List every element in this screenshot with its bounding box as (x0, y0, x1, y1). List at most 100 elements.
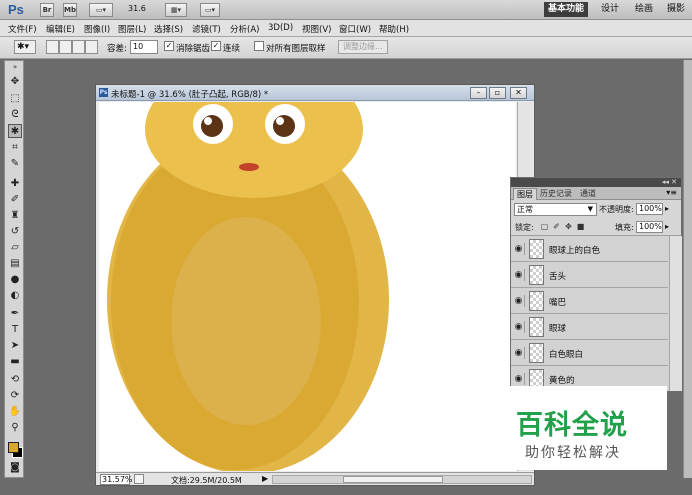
crop-tool-icon[interactable]: ⌗ (8, 141, 22, 155)
history-brush-tool-icon[interactable]: ↺ (8, 225, 22, 239)
brush-tool-icon[interactable]: ✐ (8, 193, 22, 207)
horizontal-scrollbar[interactable] (272, 475, 532, 484)
magic-wand-tool-icon[interactable]: ✱ (8, 124, 22, 138)
tab-channels[interactable]: 通道 (577, 188, 599, 200)
fill-input[interactable]: 100% (636, 221, 663, 233)
menu-file[interactable]: 文件(F) (8, 23, 37, 35)
quick-mask-icon[interactable]: ◙ (8, 461, 22, 475)
menu-layer[interactable]: 图层(L) (118, 23, 146, 35)
horizontal-scroll-thumb[interactable] (343, 476, 443, 483)
opacity-input[interactable]: 100% (636, 203, 663, 215)
subtract-from-selection-button[interactable] (72, 40, 85, 54)
bridge-button[interactable]: Br (40, 3, 54, 17)
hand-tool-icon[interactable]: ✋ (8, 405, 22, 419)
eraser-tool-icon[interactable]: ▱ (8, 241, 22, 255)
dodge-tool-icon[interactable]: ◐ (8, 289, 22, 303)
workspace-painting[interactable]: 绘画 (631, 2, 657, 17)
new-selection-button[interactable] (46, 40, 59, 54)
layer-row[interactable]: ◉ 眼球上的白色 (511, 236, 668, 262)
workspace-design[interactable]: 设计 (597, 2, 623, 17)
add-to-selection-button[interactable] (59, 40, 72, 54)
panel-tabs: 图层 历史记录 通道 ▾≡ (511, 187, 681, 200)
photoshop-document-icon: Ps (99, 88, 108, 97)
menu-view[interactable]: 视图(V) (302, 23, 331, 35)
eye-icon[interactable]: ◉ (513, 373, 525, 385)
sample-all-layers-checkbox[interactable] (254, 41, 264, 51)
maximize-button[interactable]: ▫ (489, 87, 506, 99)
3d-orbit-tool-icon[interactable]: ⟳ (8, 389, 22, 403)
shape-tool-icon[interactable]: ▬ (8, 355, 22, 369)
blend-mode-select[interactable]: 正常 ▼ (514, 203, 597, 216)
3d-rotate-tool-icon[interactable]: ⟲ (8, 373, 22, 387)
panel-menu-icon[interactable]: ▾≡ (666, 188, 677, 197)
view-extras-button[interactable]: ▭▾ (89, 3, 113, 17)
eye-icon[interactable]: ◉ (513, 269, 525, 281)
photoshop-logo: Ps (8, 2, 24, 17)
lock-transparency-icon[interactable]: ▢ (540, 222, 549, 231)
lock-pixels-icon[interactable]: ✐ (552, 222, 561, 231)
close-button[interactable]: ✕ (510, 87, 527, 99)
contiguous-checkbox[interactable]: ✓ (211, 41, 221, 51)
status-menu-arrow-icon[interactable]: ▶ (262, 474, 268, 483)
layer-row[interactable]: ◉ 白色眼白 (511, 340, 668, 366)
eyedropper-tool-icon[interactable]: ✎ (8, 157, 22, 171)
menu-window[interactable]: 窗口(W) (339, 23, 371, 35)
layer-row[interactable]: ◉ 眼球 (511, 314, 668, 340)
marquee-tool-icon[interactable]: ⬚ (8, 92, 22, 106)
menu-analysis[interactable]: 分析(A) (230, 23, 259, 35)
layer-row[interactable]: ◉ 嘴巴 (511, 288, 668, 314)
magic-wand-icon: ✱▾ (17, 42, 30, 52)
eye-icon[interactable]: ◉ (513, 321, 525, 333)
menu-image[interactable]: 图像(I) (84, 23, 110, 35)
path-selection-tool-icon[interactable]: ➤ (8, 339, 22, 353)
minimize-button[interactable]: – (470, 87, 487, 99)
menu-filter[interactable]: 滤镜(T) (192, 23, 221, 35)
menu-3d[interactable]: 3D(D) (268, 23, 293, 33)
zoom-level[interactable]: 31.6 (128, 4, 146, 13)
status-zoom-input[interactable]: 31.57% (100, 474, 133, 485)
panel-collapse-bar[interactable]: ◂◂ ✕ (511, 178, 681, 187)
intersect-selection-button[interactable] (85, 40, 98, 54)
healing-brush-tool-icon[interactable]: ✚ (8, 177, 22, 191)
document-statusbar: 31.57% 文档:29.5M/20.5M ▶ (96, 472, 534, 485)
tool-preset-picker[interactable]: ✱▾ (14, 40, 36, 54)
tab-layers[interactable]: 图层 (513, 188, 537, 200)
tolerance-input[interactable]: 10 (130, 40, 158, 54)
pen-tool-icon[interactable]: ✒ (8, 307, 22, 321)
gradient-tool-icon[interactable]: ▤ (8, 257, 22, 271)
lock-all-icon[interactable]: ■ (576, 222, 585, 231)
document-titlebar[interactable]: Ps 未标题-1 @ 31.6% (肚子凸起, RGB/8) * – ▫ ✕ (96, 85, 534, 101)
workspace-essentials[interactable]: 基本功能 (544, 2, 589, 17)
menu-help[interactable]: 帮助(H) (379, 23, 409, 35)
canvas[interactable] (99, 102, 516, 471)
eye-icon[interactable]: ◉ (513, 347, 525, 359)
screen-mode-button[interactable]: ▭▾ (200, 3, 220, 17)
collapsed-panel-strip[interactable] (683, 60, 692, 478)
arrange-documents-button[interactable]: ▦▾ (165, 3, 187, 17)
tab-history[interactable]: 历史记录 (537, 188, 575, 200)
antialias-checkbox[interactable]: ✓ (164, 41, 174, 51)
workspace-photography[interactable]: 摄影 (663, 2, 689, 17)
toolbox-collapse-icon[interactable]: » (8, 63, 22, 71)
move-tool-icon[interactable]: ✥ (8, 75, 22, 89)
menu-bar: 文件(F) 编辑(E) 图像(I) 图层(L) 选择(S) 滤镜(T) 分析(A… (0, 20, 692, 37)
menu-edit[interactable]: 编辑(E) (46, 23, 75, 35)
tolerance-label: 容差: (107, 44, 127, 54)
foreground-color-swatch[interactable] (8, 442, 19, 453)
lasso-tool-icon[interactable]: ᘓ (8, 108, 22, 122)
menu-select[interactable]: 选择(S) (154, 23, 183, 35)
status-icon[interactable] (134, 474, 144, 484)
eye-icon[interactable]: ◉ (513, 243, 525, 255)
mini-bridge-button[interactable]: Mb (63, 3, 77, 17)
fill-slider-arrow-icon[interactable]: ▸ (665, 222, 669, 231)
refine-edge-button[interactable]: 调整边缘... (338, 40, 388, 54)
blur-tool-icon[interactable]: ● (8, 273, 22, 287)
type-tool-icon[interactable]: T (8, 323, 22, 337)
opacity-slider-arrow-icon[interactable]: ▸ (665, 204, 669, 213)
zoom-tool-icon[interactable]: ⚲ (8, 421, 22, 435)
eye-icon[interactable]: ◉ (513, 295, 525, 307)
clone-stamp-tool-icon[interactable]: ♜ (8, 209, 22, 223)
layer-row[interactable]: ◉ 舌头 (511, 262, 668, 288)
layers-scrollbar[interactable] (669, 236, 682, 391)
lock-position-icon[interactable]: ✥ (564, 222, 573, 231)
